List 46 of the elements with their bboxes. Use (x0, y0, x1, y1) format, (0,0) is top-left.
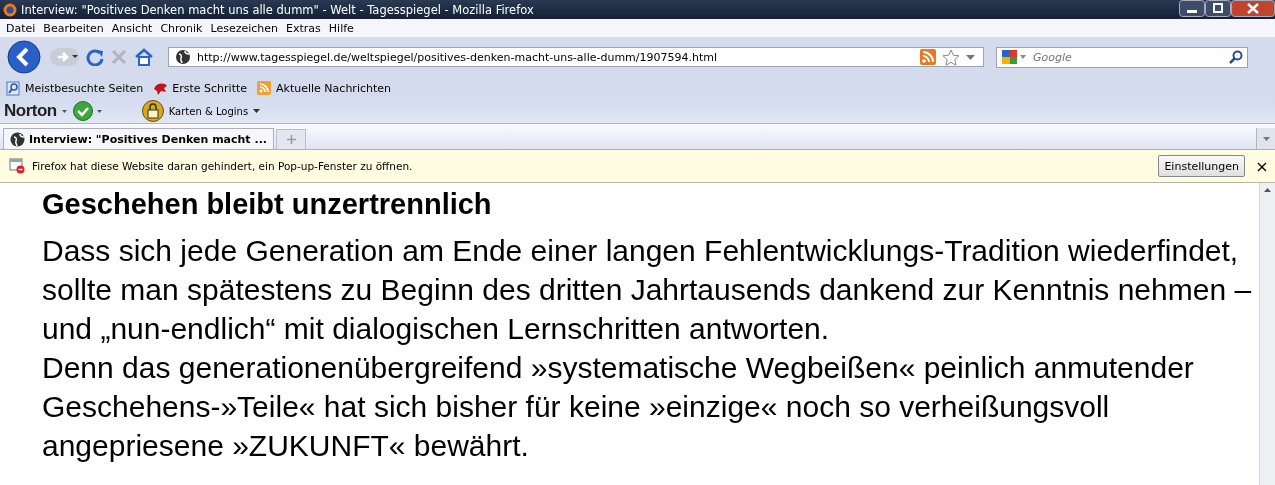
dropdown-icon (253, 109, 261, 113)
menu-item[interactable]: Datei (2, 21, 40, 35)
menu-item[interactable]: Ansicht (107, 21, 157, 35)
bookmark-link[interactable]: Meistbesuchte Seiten (6, 80, 144, 96)
menu-item[interactable]: Extras (282, 21, 325, 35)
reload-icon[interactable] (86, 48, 104, 66)
bookmark-link[interactable]: Erste Schritte (153, 80, 248, 96)
menu-item[interactable]: Bearbeiten (39, 21, 108, 35)
blocked-popup-icon (9, 158, 25, 174)
url-text: http://www.tagesspiegel.de/weltspiegel/positives-denken-macht-uns-alle-dumm/1907594.html (197, 50, 719, 64)
search-icon[interactable] (1229, 50, 1243, 64)
search-box[interactable]: Google (996, 46, 1248, 68)
rss-icon (257, 80, 273, 96)
dropdown-icon[interactable] (966, 54, 975, 60)
settings-button[interactable]: Einstellungen (1158, 155, 1245, 177)
scrollbar[interactable] (1259, 183, 1275, 485)
norton-logo[interactable]: Norton (4, 101, 57, 121)
notification-message: Firefox hat diese Website daran gehindert, ein Pop-up-Fenster zu öffnen. (32, 160, 414, 172)
tab-list-button[interactable] (1256, 128, 1275, 149)
scroll-up-icon (1264, 188, 1271, 192)
address-bar[interactable]: http://www.tagesspiegel.de/weltspiegel/positives-denken-macht-uns-alle-dumm/1907594.html (168, 47, 984, 67)
article-paragraph: Denn das generationenübergreifend »systematische Wegbeißen« peinlich anmutender Geschehens-»Teile« hat sich bisher für keine »einzige« noch so verheißungsvoll angepriesene »ZUKUNFT« bewährt. (42, 350, 1195, 464)
article-heading: Geschehen bleibt unzertrennlich (42, 187, 493, 221)
menu-item[interactable]: Hilfe (324, 21, 358, 35)
minimize-icon[interactable] (1179, 0, 1205, 17)
rss-icon[interactable] (920, 49, 936, 65)
magnifier-page-icon (6, 80, 21, 96)
dropdown-icon (1262, 136, 1270, 141)
plus-icon (286, 135, 296, 144)
home-icon[interactable] (134, 48, 154, 66)
dropdown-icon[interactable] (61, 109, 67, 113)
star-icon[interactable] (942, 48, 960, 66)
back-icon[interactable] (6, 40, 44, 74)
restore-icon[interactable] (1205, 0, 1231, 17)
close-icon[interactable] (1231, 0, 1275, 17)
menu-item[interactable]: Chronik (156, 21, 207, 35)
logins-menu[interactable]: Karten & Logins (141, 100, 261, 122)
padlock-icon (141, 100, 164, 122)
close-button[interactable]: × (1252, 156, 1272, 176)
bookmark-link[interactable]: Aktuelle Nachrichten (257, 80, 391, 96)
window-title: Interview: "Positives Denken macht uns alle dumm" - Welt - Tagesspiegel - Mozilla Firefox (21, 2, 535, 17)
article-paragraph: Dass sich jede Generation am Ende einer langen Fehlentwicklungs-Tradition wiederfindet, sollte man spätestens zu Beginn des dritten Jahrtausends dankend zur Kenntnis nehmen – und „nun-endlich“ mit dialogischen Lernschritten antworten. (42, 233, 1252, 347)
google-icon[interactable] (1001, 49, 1027, 65)
checkmark-icon[interactable] (71, 101, 102, 121)
menu-item[interactable]: Lesezeichen (206, 21, 283, 35)
browser-tab[interactable]: Interview: "Positives Denken macht ... (3, 128, 274, 149)
